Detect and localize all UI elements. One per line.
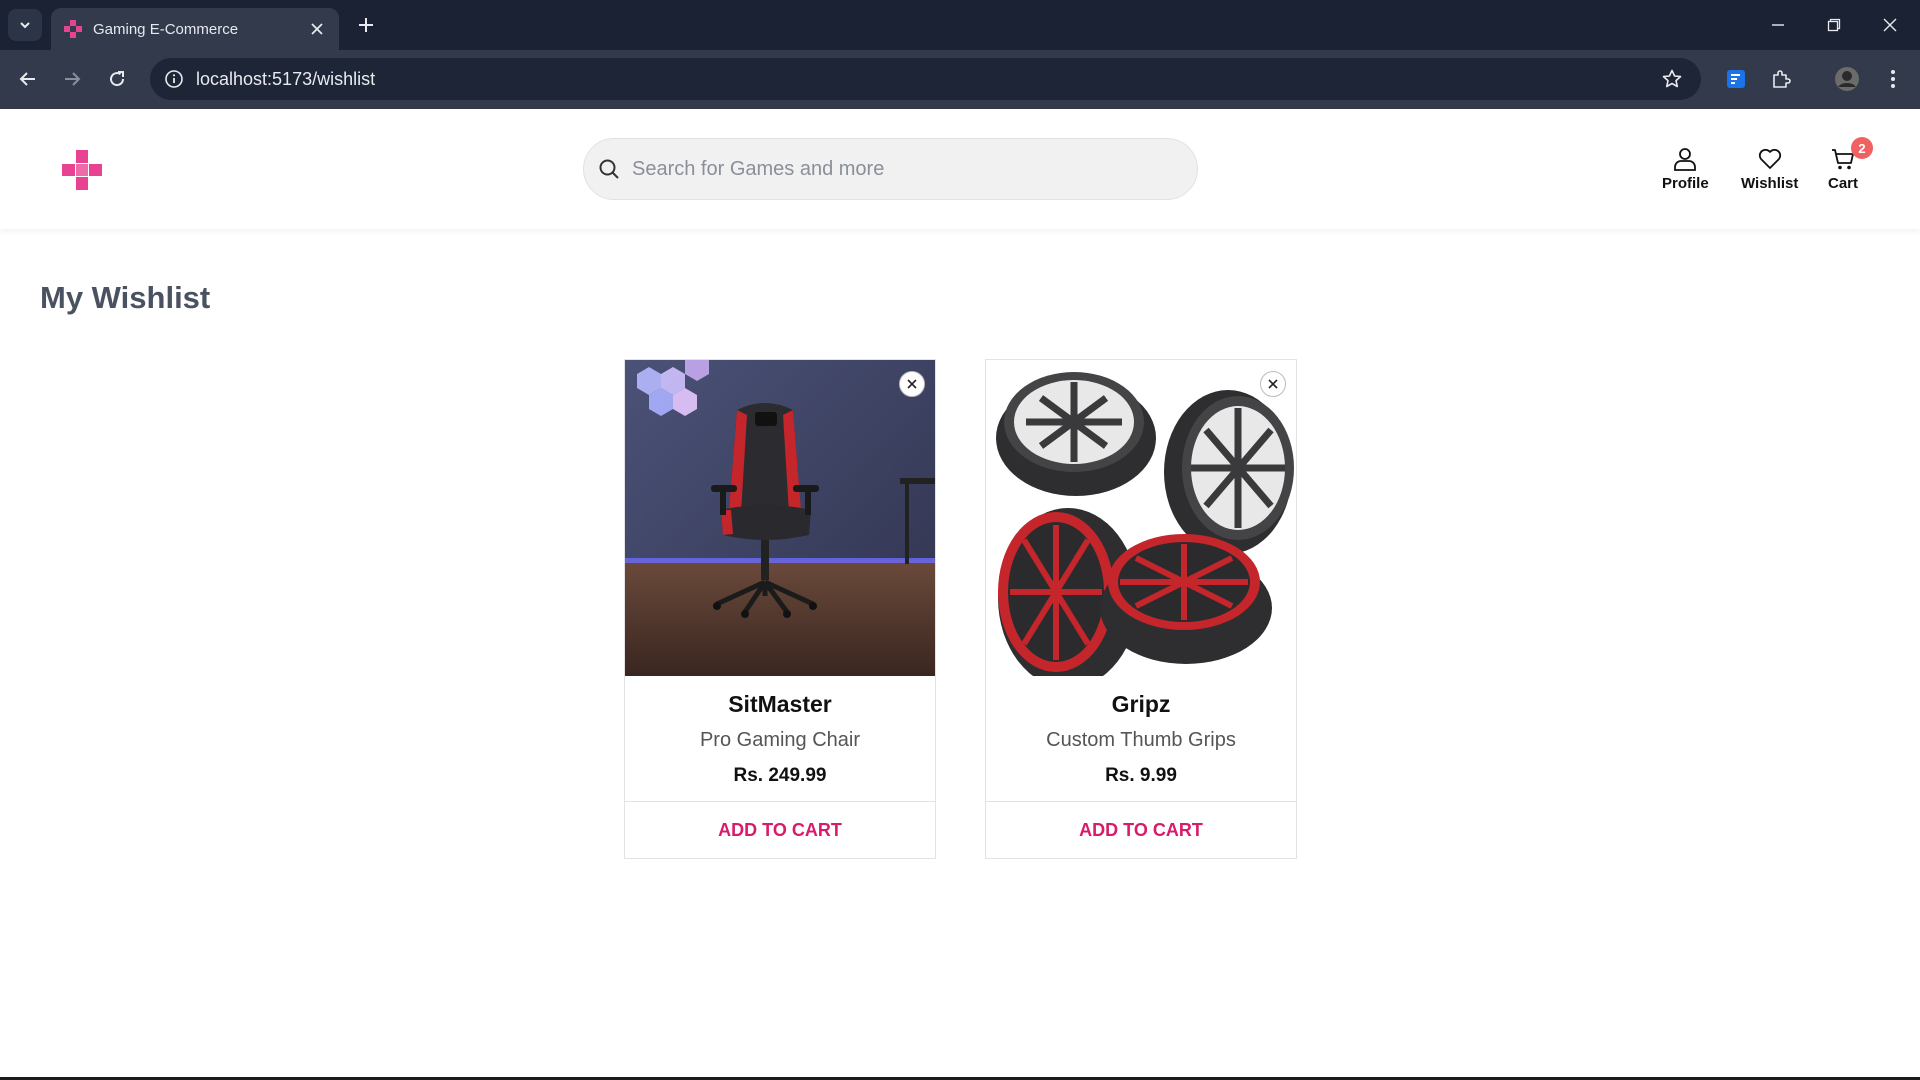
reload-icon <box>110 71 125 87</box>
minimize-icon <box>1772 24 1784 26</box>
close-icon <box>1268 379 1278 389</box>
page-title: My Wishlist <box>40 280 211 315</box>
site-info-icon[interactable] <box>162 67 186 91</box>
wishlist-label: Wishlist <box>1741 175 1799 192</box>
tab-title: Gaming E-Commerce <box>93 20 239 38</box>
kebab-menu-icon <box>1891 70 1895 88</box>
search-input[interactable] <box>632 149 1197 189</box>
heart-icon <box>1756 145 1784 173</box>
profile-avatar-button[interactable] <box>1832 64 1862 94</box>
browser-toolbar: localhost:5173/wishlist <box>0 50 1920 109</box>
plus-icon <box>359 18 373 32</box>
product-description: Custom Thumb Grips <box>1046 729 1236 751</box>
gamepad-logo-icon <box>64 20 82 38</box>
extension-app-icon <box>1727 70 1745 88</box>
product-name: Gripz <box>1111 691 1171 717</box>
search-icon <box>596 156 622 182</box>
restore-button[interactable] <box>1814 8 1854 42</box>
cart-count-badge: 2 <box>1851 137 1873 159</box>
product-name: SitMaster <box>728 691 832 717</box>
site-header: Profile Wishlist Cart 2 <box>0 109 1920 229</box>
product-description: Pro Gaming Chair <box>699 729 861 751</box>
arrow-right-icon <box>65 72 81 86</box>
user-icon <box>1671 145 1699 173</box>
star-icon <box>1662 69 1682 88</box>
extensions-menu-button[interactable] <box>1766 64 1796 94</box>
product-image-chair[interactable] <box>625 360 935 676</box>
bookmark-button[interactable] <box>1657 64 1687 94</box>
avatar-icon <box>1835 67 1859 91</box>
product-price: Rs. 249.99 <box>733 765 827 786</box>
info-icon <box>165 70 183 88</box>
tab-search-button[interactable] <box>8 9 42 41</box>
back-button[interactable] <box>13 64 43 94</box>
remove-from-wishlist-button[interactable] <box>899 371 925 397</box>
forward-button[interactable] <box>57 64 87 94</box>
puzzle-icon <box>1773 70 1791 88</box>
extension-button[interactable] <box>1721 64 1751 94</box>
search-bar <box>583 138 1198 200</box>
chevron-down-icon <box>20 22 30 29</box>
close-icon <box>311 23 323 35</box>
gamepad-logo-icon[interactable] <box>62 150 102 190</box>
wishlist-item-card: SitMaster Pro Gaming Chair Rs. 249.99 AD… <box>624 359 936 859</box>
browser-tab-strip: Gaming E-Commerce <box>0 0 1920 50</box>
add-to-cart-button[interactable]: ADD TO CART <box>986 801 1296 859</box>
cart-label: Cart <box>1828 175 1859 192</box>
restore-icon <box>1827 18 1841 32</box>
browser-menu-button[interactable] <box>1878 64 1908 94</box>
close-icon <box>1883 18 1897 32</box>
new-tab-button[interactable] <box>352 11 380 39</box>
product-image-thumb-grips[interactable] <box>986 360 1296 676</box>
profile-link[interactable]: Profile <box>1662 145 1709 192</box>
wishlist-item-card: Gripz Custom Thumb Grips Rs. 9.99 ADD TO… <box>985 359 1297 859</box>
tab-close-button[interactable] <box>307 19 327 39</box>
close-window-button[interactable] <box>1870 8 1910 42</box>
url-text[interactable]: localhost:5173/wishlist <box>196 69 1657 90</box>
remove-from-wishlist-button[interactable] <box>1260 371 1286 397</box>
wishlist-link[interactable]: Wishlist <box>1741 145 1798 192</box>
add-to-cart-button[interactable]: ADD TO CART <box>625 801 935 859</box>
arrow-left-icon <box>19 72 35 86</box>
product-price: Rs. 9.99 <box>1105 765 1177 786</box>
close-icon <box>907 379 917 389</box>
reload-button[interactable] <box>102 64 132 94</box>
address-bar[interactable]: localhost:5173/wishlist <box>150 58 1701 100</box>
minimize-button[interactable] <box>1758 8 1798 42</box>
cart-link[interactable]: Cart 2 <box>1828 137 1873 192</box>
browser-tab[interactable]: Gaming E-Commerce <box>51 8 339 50</box>
profile-label: Profile <box>1662 175 1709 192</box>
